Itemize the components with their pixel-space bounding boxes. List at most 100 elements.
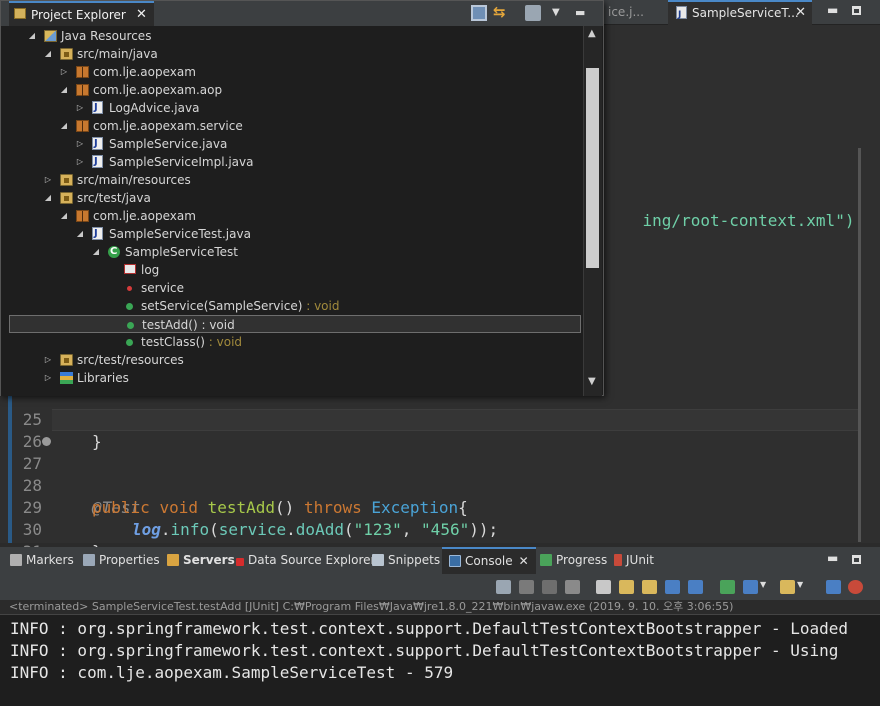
chevron-down-icon[interactable]: ▼ (797, 580, 805, 594)
tab-servers[interactable]: Servers (167, 547, 235, 574)
minimize-icon[interactable]: ▬ (827, 551, 838, 565)
maximize-icon[interactable] (852, 555, 861, 564)
expanded-arrow-icon[interactable]: ◢ (27, 27, 37, 45)
pin-console-icon[interactable] (720, 580, 735, 594)
open-console-icon[interactable] (780, 580, 795, 594)
tree-item[interactable]: ▷ Libraries (1, 369, 583, 387)
tree-item-label: src/test/java (77, 191, 151, 205)
filter-icon[interactable] (525, 5, 541, 21)
scroll-down-icon[interactable]: ▼ (588, 376, 596, 387)
editor-tab-previous[interactable]: ice.j... (600, 0, 662, 25)
tree-item-label: Libraries (77, 371, 129, 385)
java-file-icon (92, 135, 103, 153)
tree-item[interactable]: ▷ LogAdvice.java (1, 99, 583, 117)
tree-item-label: service (141, 281, 184, 295)
tab-properties[interactable]: Properties (83, 547, 160, 574)
tree-item[interactable]: ◢ com.lje.aopexam.service (1, 117, 583, 135)
tab-markers[interactable]: Markers (10, 547, 74, 574)
tab-console[interactable]: Console ✕ (442, 547, 536, 574)
minimize-icon[interactable]: ▬ (575, 5, 591, 21)
scroll-lock-icon[interactable] (619, 580, 634, 594)
java-file-icon (676, 4, 687, 26)
tree-item[interactable]: ▷ SampleService.java (1, 135, 583, 153)
expanded-arrow-icon[interactable]: ◢ (59, 207, 69, 225)
view-menu-icon[interactable] (826, 580, 841, 594)
fold-icon[interactable] (42, 437, 51, 446)
link-with-editor-icon[interactable]: ⇆ (493, 5, 509, 21)
terminate-icon[interactable] (519, 580, 534, 594)
tree-item[interactable]: ◢ com.lje.aopexam.aop (1, 81, 583, 99)
word-wrap-icon[interactable] (642, 580, 657, 594)
tree-item-label: src/main/resources (77, 173, 191, 187)
console-status-line: <terminated> SampleServiceTest.testAdd [… (0, 600, 880, 614)
display-console-icon[interactable] (743, 580, 758, 594)
collapsed-arrow-icon[interactable]: ▷ (75, 135, 85, 153)
tab-data-source-explorer[interactable]: Data Source Explorer (236, 547, 375, 574)
project-explorer-popup[interactable]: Project Explorer ✕ ⇆ ▼ ▬ ◢ Java Resources… (0, 0, 604, 396)
remove-all-terminated-icon[interactable] (565, 580, 580, 594)
data-source-icon (236, 558, 244, 566)
class-icon (108, 243, 120, 261)
collapsed-arrow-icon[interactable]: ▷ (75, 99, 85, 117)
scroll-up-icon[interactable]: ▲ (588, 28, 596, 39)
collapse-all-icon[interactable] (471, 5, 487, 21)
tree-item[interactable]: log (1, 261, 583, 279)
collapsed-arrow-icon[interactable]: ▷ (43, 369, 53, 387)
package-icon (76, 66, 89, 78)
scrollbar-thumb[interactable] (586, 68, 599, 268)
tree-item[interactable]: service (1, 279, 583, 297)
tab-snippets[interactable]: Snippets (372, 547, 440, 574)
java-resources-icon (44, 30, 57, 42)
chevron-down-icon[interactable]: ▼ (760, 580, 768, 594)
close-icon[interactable]: ✕ (136, 3, 147, 27)
tree-item[interactable]: testClass() : void (1, 333, 583, 351)
console-toolbar: ▼ ▼ (0, 574, 880, 600)
tree-item-label: SampleServiceTest (125, 245, 238, 259)
static-field-icon (124, 264, 136, 274)
tree-item[interactable]: ◢ src/main/java (1, 45, 583, 63)
show-on-stdout-icon[interactable] (665, 580, 680, 594)
close-icon[interactable]: ✕ (795, 2, 806, 24)
view-menu-icon[interactable]: ▼ (552, 5, 568, 21)
expanded-arrow-icon[interactable]: ◢ (91, 243, 101, 261)
project-tree[interactable]: ◢ Java Resources ◢ src/main/java ▷ com.lje.ao… (1, 26, 583, 396)
expanded-arrow-icon[interactable]: ◢ (75, 225, 85, 243)
tree-item[interactable]: setService(SampleService) : void (1, 297, 583, 315)
tree-item-label: SampleService.java (109, 137, 228, 151)
remove-launch-icon[interactable] (542, 580, 557, 594)
collapsed-arrow-icon[interactable]: ▷ (59, 63, 69, 81)
tree-item[interactable]: ▷ SampleServiceImpl.java (1, 153, 583, 171)
collapsed-arrow-icon[interactable]: ▷ (43, 171, 53, 189)
tab-progress[interactable]: Progress (540, 547, 607, 574)
collapsed-arrow-icon[interactable]: ▷ (75, 153, 85, 171)
minimize-icon[interactable]: ▬ (827, 3, 838, 17)
collapsed-arrow-icon[interactable]: ▷ (43, 351, 53, 369)
expanded-arrow-icon[interactable]: ◢ (59, 81, 69, 99)
editor-tab-active[interactable]: SampleServiceT... ✕ (668, 0, 812, 26)
tree-item[interactable]: ▷ src/test/resources (1, 351, 583, 369)
rerun-icon[interactable] (496, 580, 511, 594)
tab-junit[interactable]: JUnit (614, 547, 654, 574)
tree-item[interactable]: ▷ com.lje.aopexam (1, 63, 583, 81)
tree-item[interactable]: ▷ src/main/resources (1, 171, 583, 189)
tree-item[interactable]: ◢ SampleServiceTest (1, 243, 583, 261)
tab-project-explorer[interactable]: Project Explorer ✕ (9, 1, 154, 26)
show-on-stderr-icon[interactable] (688, 580, 703, 594)
source-folder-icon (60, 48, 73, 60)
close-icon[interactable]: ✕ (519, 554, 529, 568)
clear-console-icon[interactable] (596, 580, 611, 594)
expanded-arrow-icon[interactable]: ◢ (43, 45, 53, 63)
public-method-icon (127, 322, 134, 329)
tree-item[interactable]: ◢ Java Resources (1, 27, 583, 45)
tree-item-text: setService(SampleService) (141, 299, 303, 313)
junit-run-icon[interactable] (848, 580, 863, 594)
expanded-arrow-icon[interactable]: ◢ (59, 117, 69, 135)
tree-item[interactable]: ◢ com.lje.aopexam (1, 207, 583, 225)
expanded-arrow-icon[interactable]: ◢ (43, 189, 53, 207)
tree-scrollbar[interactable]: ▲ ▼ (583, 26, 602, 396)
tree-item[interactable]: ◢ SampleServiceTest.java (1, 225, 583, 243)
tree-item[interactable]: testAdd() : void (9, 315, 581, 333)
console-output[interactable]: INFO : org.springframework.test.context.… (0, 614, 880, 706)
tree-item[interactable]: ◢ src/test/java (1, 189, 583, 207)
maximize-icon[interactable] (852, 6, 861, 15)
